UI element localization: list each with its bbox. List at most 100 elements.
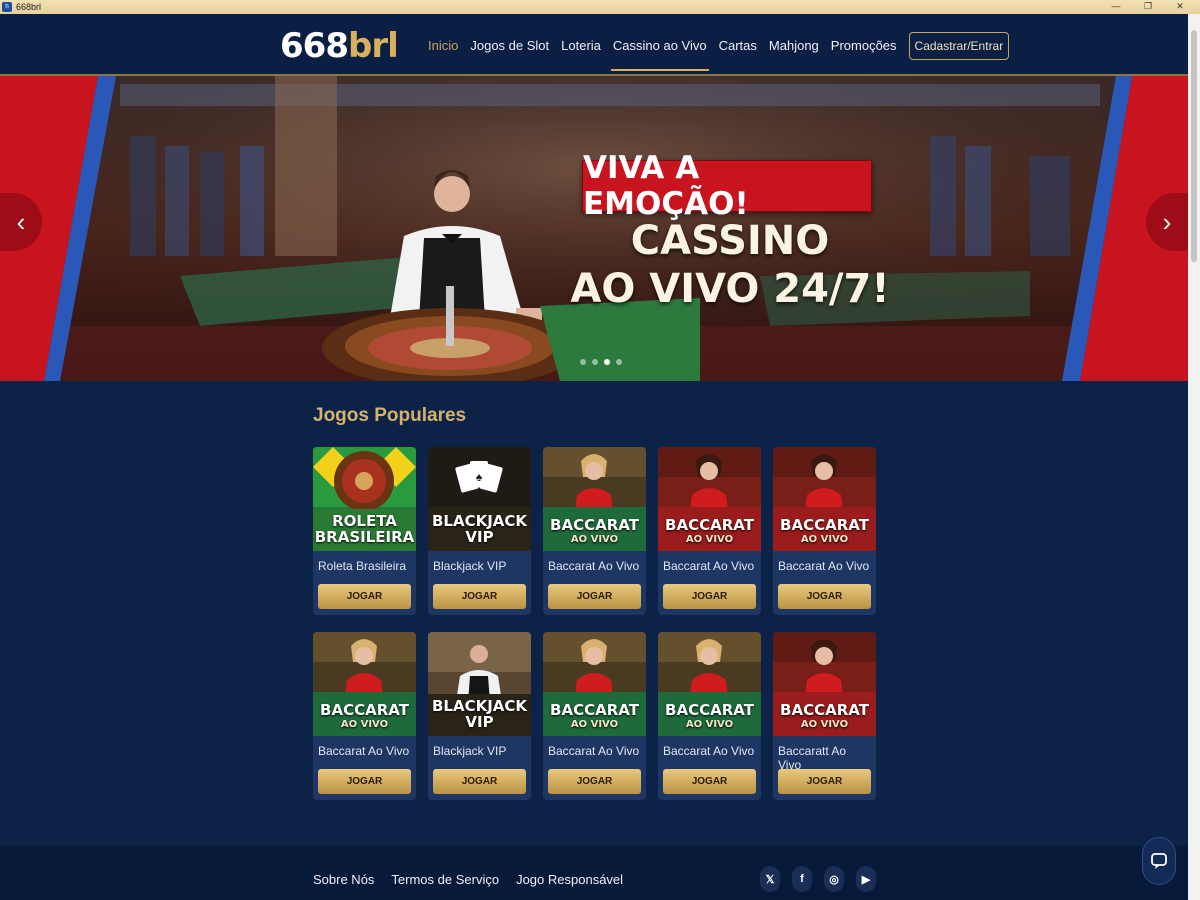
nav-item-cartas[interactable]: Cartas (713, 30, 763, 61)
banner-line-2: AO VIVO 24/7! (570, 266, 890, 312)
play-button[interactable]: JOGAR (663, 584, 756, 609)
footer-link-terms[interactable]: Termos de Serviço (391, 872, 499, 887)
game-thumbnail[interactable]: BACCARAT AO VIVO (773, 632, 876, 736)
caption-line-1: BACCARAT (550, 516, 639, 534)
caption-line-2: AO VIVO (800, 534, 849, 545)
game-thumbnail[interactable]: BACCARAT AO VIVO (658, 632, 761, 736)
caption-line-1: BACCARAT (665, 701, 754, 719)
banner-line-1: CASSINO (630, 218, 830, 264)
chat-button[interactable] (1142, 837, 1176, 885)
play-button[interactable]: JOGAR (548, 584, 641, 609)
window-titlebar: h 668brl — ❐ ✕ (0, 0, 1200, 14)
caption-line-2: AO VIVO (570, 719, 619, 730)
caption-line-1: BACCARAT (780, 701, 869, 719)
carousel-dot[interactable] (616, 359, 622, 365)
game-thumbnail[interactable]: ♠ BLACKJACK VIP (428, 447, 531, 551)
game-name: Blackjack VIP (433, 559, 507, 573)
play-button[interactable]: JOGAR (318, 769, 411, 794)
nav-item-jogos-de-slot[interactable]: Jogos de Slot (464, 30, 555, 61)
page-scrollbar[interactable] (1188, 14, 1200, 900)
game-thumbnail[interactable]: BACCARAT AO VIVO (313, 632, 416, 736)
thumbnail-caption: BACCARAT AO VIVO (773, 518, 876, 545)
play-button[interactable]: JOGAR (778, 584, 871, 609)
game-card[interactable]: ♠ BLACKJACK VIP Blackjack VIP JOGAR (428, 447, 531, 615)
instagram-icon[interactable]: ◎ (824, 866, 844, 892)
caption-line-1: BACCARAT (780, 516, 869, 534)
banner-headline-box: VIVA A EMOÇÃO! (582, 150, 872, 222)
game-thumbnail[interactable]: BLACKJACK VIP (428, 632, 531, 736)
game-card[interactable]: BACCARAT AO VIVO Baccarat Ao Vivo JOGAR (543, 447, 646, 615)
nav-item-inicio[interactable]: Inicio (422, 30, 464, 61)
logo-suffix: brl (347, 26, 399, 66)
caption-line-1: BLACKJACK (431, 512, 528, 530)
section-title: Jogos Populares (313, 405, 467, 426)
social-links: 𝕏f ◎ ▶ (760, 866, 876, 892)
window-controls: — ❐ ✕ (1100, 0, 1196, 14)
game-name: Baccarat Ao Vivo (663, 559, 755, 573)
main-nav: Inicio Jogos de Slot Loteria Cassino ao Viv… (422, 30, 1010, 71)
hero-banner: ‹ › VIVA A EMOÇÃO! CASSINO AO VIVO 24/7! (0, 76, 1188, 381)
game-name: Baccarat Ao Vivo (548, 559, 640, 573)
site-footer: Sobre Nós Termos de Serviço Jogo Responsáv… (0, 846, 1188, 900)
thumbnail-caption: BACCARAT AO VIVO (658, 518, 761, 545)
footer-link-responsible-gaming[interactable]: Jogo Responsável (516, 872, 623, 887)
game-card[interactable]: BLACKJACK VIP Blackjack VIP JOGAR (428, 632, 531, 800)
thumbnail-caption: BLACKJACK VIP (428, 514, 531, 545)
restore-icon[interactable]: ❐ (1132, 0, 1164, 14)
twitter-icon[interactable]: 𝕏 (760, 866, 780, 892)
window-title: 668brl (16, 2, 42, 12)
game-thumbnail[interactable]: BACCARAT AO VIVO (543, 632, 646, 736)
game-card[interactable]: BACCARAT AO VIVO Baccarat Ao Vivo JOGAR (773, 447, 876, 615)
game-thumbnail[interactable]: ROLETA BRASILEIRA (313, 447, 416, 551)
play-button[interactable]: JOGAR (433, 584, 526, 609)
play-button[interactable]: JOGAR (433, 769, 526, 794)
signup-login-button[interactable]: Cadastrar/Entrar (908, 31, 1010, 60)
game-card[interactable]: BACCARAT AO VIVO Baccarat Ao Vivo JOGAR (658, 632, 761, 800)
scrollbar-thumb[interactable] (1191, 30, 1197, 262)
nav-item-promo-es[interactable]: Promoções (825, 30, 903, 61)
nav-item-loteria[interactable]: Loteria (555, 30, 607, 61)
caption-line-1: ROLETA (332, 512, 397, 530)
nav-item-mahjong[interactable]: Mahjong (763, 30, 825, 61)
youtube-icon[interactable]: ▶ (856, 866, 876, 892)
banner-headline: VIVA A EMOÇÃO! (583, 150, 749, 222)
game-card[interactable]: BACCARAT AO VIVO Baccarat Ao Vivo JOGAR (313, 632, 416, 800)
game-thumbnail[interactable]: BACCARAT AO VIVO (543, 447, 646, 551)
game-card[interactable]: ROLETA BRASILEIRA Roleta Brasileira JOGAR (313, 447, 416, 615)
game-name: Baccarat Ao Vivo (778, 559, 870, 573)
game-thumbnail[interactable]: BACCARAT AO VIVO (773, 447, 876, 551)
carousel-dots (580, 359, 622, 365)
game-card[interactable]: BACCARAT AO VIVO Baccaratt Ao Vivo JOGAR (773, 632, 876, 800)
play-button[interactable]: JOGAR (663, 769, 756, 794)
facebook-icon[interactable]: f (792, 866, 812, 892)
game-name: Baccaratt Ao Vivo (778, 744, 847, 772)
game-name: Baccarat Ao Vivo (548, 744, 640, 758)
carousel-dot[interactable] (580, 359, 586, 365)
thumbnail-caption: BACCARAT AO VIVO (773, 703, 876, 730)
game-name: Baccarat Ao Vivo (663, 744, 755, 758)
carousel-dot[interactable] (604, 359, 610, 365)
game-thumbnail[interactable]: BACCARAT AO VIVO (658, 447, 761, 551)
game-card[interactable]: BACCARAT AO VIVO Baccarat Ao Vivo JOGAR (543, 632, 646, 800)
caption-line-1: BACCARAT (320, 701, 409, 719)
thumbnail-caption: BACCARAT AO VIVO (543, 518, 646, 545)
thumbnail-caption: BACCARAT AO VIVO (313, 703, 416, 730)
carousel-dot[interactable] (592, 359, 598, 365)
game-card[interactable]: BACCARAT AO VIVO Baccarat Ao Vivo JOGAR (658, 447, 761, 615)
caption-line-2: AO VIVO (800, 719, 849, 730)
minimize-icon[interactable]: — (1100, 0, 1132, 14)
site-logo[interactable]: 668brl (280, 26, 399, 66)
caption-line-2: AO VIVO (340, 719, 389, 730)
nav-item-cassino-ao-vivo[interactable]: Cassino ao Vivo (607, 30, 713, 71)
footer-links: Sobre Nós Termos de Serviço Jogo Responsáv… (313, 872, 623, 887)
play-button[interactable]: JOGAR (548, 769, 641, 794)
play-button[interactable]: JOGAR (318, 584, 411, 609)
game-name: Blackjack VIP (433, 744, 507, 758)
caption-line-2: AO VIVO (570, 534, 619, 545)
caption-line-1: BACCARAT (665, 516, 754, 534)
close-icon[interactable]: ✕ (1164, 0, 1196, 14)
play-button[interactable]: JOGAR (778, 769, 871, 794)
thumbnail-caption: BACCARAT AO VIVO (543, 703, 646, 730)
footer-link-about[interactable]: Sobre Nós (313, 872, 374, 887)
chevron-left-icon: ‹ (16, 206, 26, 237)
